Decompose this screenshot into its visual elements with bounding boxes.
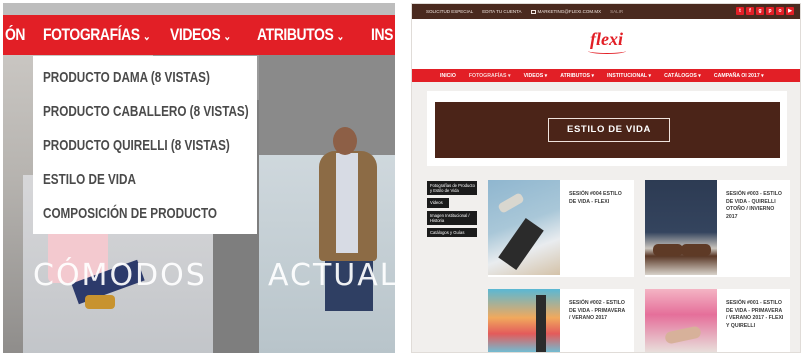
nav-item-fotografias[interactable]: FOTOGRAFÍAS ⌄ <box>43 25 151 45</box>
chevron-down-icon: ⌄ <box>336 31 345 43</box>
site-nav-inicio[interactable]: INICIO <box>440 73 456 79</box>
dropdown-item-estilo-de-vida[interactable]: ESTILO DE VIDA <box>43 163 210 197</box>
main-nav-bar: ÓN FOTOGRAFÍAS ⌄ VIDEOS ⌄ ATRIBUTOS ⌄ INS <box>3 15 395 55</box>
twitter-icon[interactable]: t <box>736 7 744 15</box>
youtube-icon[interactable]: ▶ <box>786 7 794 15</box>
chevron-down-icon: ⌄ <box>142 31 151 43</box>
google-plus-icon[interactable]: g <box>756 7 764 15</box>
post-title[interactable]: SESIÓN #003 - ESTILO DE VIDA - QUIRELLI … <box>726 191 784 221</box>
chevron-down-icon: ⌄ <box>223 31 232 43</box>
zoomed-navigation-panel: CÓMODOS ACTUAL ÓN FOTOGRAFÍAS ⌄ VIDEOS ⌄ A… <box>3 3 395 353</box>
mail-icon <box>530 9 536 14</box>
post-image[interactable] <box>488 289 560 352</box>
overlay-text-comodos: CÓMODOS <box>33 258 207 293</box>
site-header: flexi <box>412 19 800 69</box>
side-menu-item-imagen-institucional[interactable]: Imagen Institucional / Historia <box>427 210 477 226</box>
nav-item-atributos[interactable]: ATRIBUTOS ⌄ <box>257 25 344 45</box>
utility-top-bar: SOLICITUD ESPECIAL EDITA TU CUENTA MARKE… <box>412 4 800 19</box>
post-card-session-001[interactable]: SESIÓN #001 - ESTILO DE VIDA - PRIMAVERA… <box>645 289 790 352</box>
pinterest-icon[interactable]: p <box>766 7 774 15</box>
logo-swoosh <box>588 48 626 54</box>
top-link-email[interactable]: MARKETING@FLEXI.COM.MX <box>538 9 602 14</box>
site-nav-fotografias[interactable]: FOTOGRAFÍAS ▾ <box>469 73 511 79</box>
fotografias-dropdown-menu: PRODUCTO DAMA (8 VISTAS) PRODUCTO CABALL… <box>33 56 257 234</box>
side-menu-item-catalogos[interactable]: Catálogos y Guías <box>427 228 477 238</box>
post-card-session-004[interactable]: SESIÓN #004 ESTILO DE VIDA - FLEXI <box>488 180 634 277</box>
post-title[interactable]: SESIÓN #001 - ESTILO DE VIDA - PRIMAVERA… <box>726 300 784 330</box>
facebook-icon[interactable]: f <box>746 7 754 15</box>
top-strip <box>3 3 395 15</box>
page-title: ESTILO DE VIDA <box>548 118 670 142</box>
site-nav-videos[interactable]: VIDEOS ▾ <box>524 73 548 79</box>
category-side-menu: Fotografías de Producto y Estilo de Vida… <box>427 181 477 240</box>
post-title[interactable]: SESIÓN #002 - ESTILO DE VIDA - PRIMAVERA… <box>569 300 627 323</box>
site-nav-campana[interactable]: CAMPAÑA OI 2017 ▾ <box>714 73 764 79</box>
nav-item-partial-left[interactable]: ÓN <box>5 25 25 45</box>
top-link-solicitud[interactable]: SOLICITUD ESPECIAL <box>426 9 473 14</box>
overlay-text-actual: ACTUAL <box>268 258 395 293</box>
dropdown-item-producto-dama[interactable]: PRODUCTO DAMA (8 VISTAS) <box>43 61 210 95</box>
post-card-session-002[interactable]: SESIÓN #002 - ESTILO DE VIDA - PRIMAVERA… <box>488 289 634 352</box>
instagram-icon[interactable]: o <box>776 7 784 15</box>
dropdown-item-producto-quirelli[interactable]: PRODUCTO QUIRELLI (8 VISTAS) <box>43 129 230 163</box>
nav-item-partial-right[interactable]: INS <box>371 25 393 45</box>
side-menu-item-videos[interactable]: Videos <box>427 198 449 208</box>
post-title[interactable]: SESIÓN #004 ESTILO DE VIDA - FLEXI <box>569 191 627 206</box>
site-nav-institucional[interactable]: INSTITUCIONAL ▾ <box>607 73 651 79</box>
post-image[interactable] <box>645 180 717 275</box>
dropdown-item-composicion-producto[interactable]: COMPOSICIÓN DE PRODUCTO <box>43 197 217 231</box>
post-card-session-003[interactable]: SESIÓN #003 - ESTILO DE VIDA - QUIRELLI … <box>645 180 790 277</box>
dropdown-item-producto-caballero[interactable]: PRODUCTO CABALLERO (8 VISTAS) <box>43 95 249 129</box>
composite-screenshot: CÓMODOS ACTUAL ÓN FOTOGRAFÍAS ⌄ VIDEOS ⌄ A… <box>0 0 803 355</box>
website-screenshot-panel: SOLICITUD ESPECIAL EDITA TU CUENTA MARKE… <box>411 3 801 353</box>
nav-item-videos[interactable]: VIDEOS ⌄ <box>170 25 231 45</box>
side-menu-item-fotografias[interactable]: Fotografías de Producto y Estilo de Vida <box>427 181 477 196</box>
flexi-logo[interactable]: flexi <box>590 29 623 50</box>
top-link-salir[interactable]: SALIR <box>610 9 623 14</box>
post-image[interactable] <box>488 180 560 275</box>
social-icons: t f g p o ▶ <box>736 7 794 15</box>
post-image[interactable] <box>645 289 717 352</box>
top-link-edita-cuenta[interactable]: EDITA TU CUENTA <box>482 9 521 14</box>
site-main-nav: INICIO FOTOGRAFÍAS ▾ VIDEOS ▾ ATRIBUTOS … <box>412 69 800 82</box>
site-nav-atributos[interactable]: ATRIBUTOS ▾ <box>560 73 594 79</box>
site-nav-catalogos[interactable]: CATÁLOGOS ▾ <box>664 73 701 79</box>
